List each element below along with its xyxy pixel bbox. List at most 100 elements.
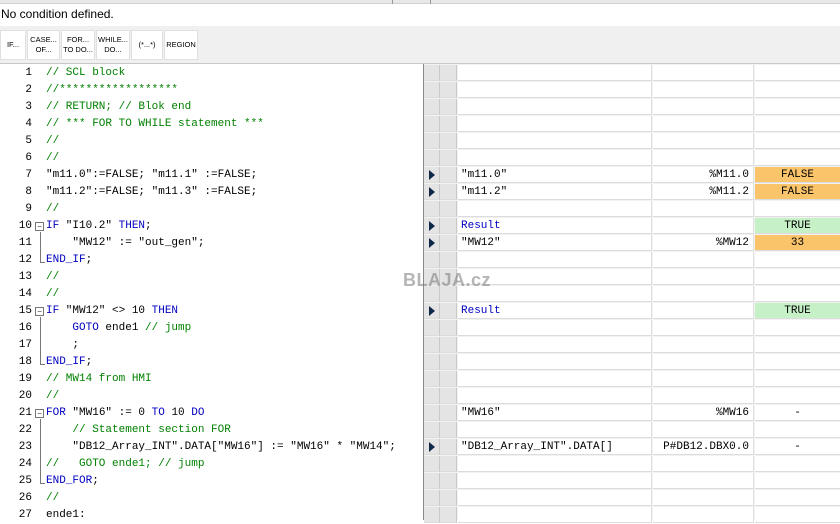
code-line[interactable]: 14 // — [0, 286, 424, 303]
monitor-row[interactable]: Result TRUE — [424, 218, 840, 235]
code-line[interactable]: 24 // GOTO ende1; // jump — [0, 456, 424, 473]
code-text: "MW12" := "out_gen"; — [46, 237, 205, 249]
monitor-value — [755, 337, 840, 353]
code-line[interactable]: 16 GOTO ende1 // jump — [0, 320, 424, 337]
monitor-row[interactable]: Result TRUE — [424, 303, 840, 320]
monitor-row[interactable] — [424, 371, 840, 388]
monitor-value — [755, 116, 840, 132]
row-marker — [440, 490, 457, 506]
scl-code-editor[interactable]: 1 // SCL block 2 //****************** 3 // RE… — [0, 64, 424, 521]
code-line[interactable]: 7 "m11.0":=FALSE; "m11.1" :=FALSE; — [0, 167, 424, 184]
monitor-row[interactable] — [424, 456, 840, 473]
row-gutter — [424, 218, 440, 234]
expand-arrow-icon[interactable] — [429, 238, 435, 248]
monitor-row[interactable] — [424, 422, 840, 439]
code-line[interactable]: 11 "MW12" := "out_gen"; — [0, 235, 424, 252]
row-marker — [440, 65, 457, 81]
operand-address: %M11.0 — [653, 167, 754, 183]
monitor-row[interactable] — [424, 133, 840, 150]
code-line[interactable]: 1 // SCL block — [0, 65, 424, 82]
fold-toggle-icon[interactable]: − — [35, 222, 44, 231]
monitor-row[interactable] — [424, 150, 840, 167]
monitor-row[interactable] — [424, 201, 840, 218]
monitor-value — [755, 422, 840, 438]
code-line[interactable]: 20 // — [0, 388, 424, 405]
code-line[interactable]: 15− IF "MW12" <> 10 THEN — [0, 303, 424, 320]
code-line[interactable]: 13 // — [0, 269, 424, 286]
code-text: FOR "MW16" := 0 TO 10 DO — [46, 407, 205, 419]
code-line[interactable]: 2 //****************** — [0, 82, 424, 99]
code-line[interactable]: 4 // *** FOR TO WHILE statement *** — [0, 116, 424, 133]
line-number: 2 — [25, 84, 32, 96]
monitor-row[interactable] — [424, 473, 840, 490]
expand-arrow-icon[interactable] — [429, 170, 435, 180]
code-line[interactable]: 10− IF "I10.2" THEN; — [0, 218, 424, 235]
monitor-row[interactable] — [424, 507, 840, 524]
code-text: // — [46, 390, 60, 402]
monitor-row[interactable] — [424, 116, 840, 133]
if-statement-button[interactable]: IF... — [0, 30, 26, 60]
monitor-row[interactable] — [424, 337, 840, 354]
code-line[interactable]: 18 END_IF; — [0, 354, 424, 371]
code-line[interactable]: 27 ende1: — [0, 507, 424, 524]
monitor-row[interactable] — [424, 490, 840, 507]
monitor-row[interactable] — [424, 82, 840, 99]
code-line[interactable]: 6 // — [0, 150, 424, 167]
monitor-row[interactable] — [424, 99, 840, 116]
code-line[interactable]: 12 END_IF; — [0, 252, 424, 269]
operand-address — [653, 150, 754, 166]
monitor-row[interactable]: "MW12" %MW12 33 — [424, 235, 840, 252]
code-line[interactable]: 17 ; — [0, 337, 424, 354]
code-line[interactable]: 3 // RETURN; // Blok end — [0, 99, 424, 116]
expand-arrow-icon[interactable] — [429, 306, 435, 316]
code-line[interactable]: 23 "DB12_Array_INT".DATA["MW16"] := "MW1… — [0, 439, 424, 456]
expand-arrow-icon[interactable] — [429, 442, 435, 452]
operand-name — [458, 320, 652, 336]
code-text: // *** FOR TO WHILE statement *** — [46, 118, 264, 130]
monitor-row[interactable]: "MW16" %MW16- — [424, 405, 840, 422]
monitor-value: 33 — [755, 235, 840, 251]
operand-address — [653, 269, 754, 285]
monitor-row[interactable] — [424, 320, 840, 337]
code-line[interactable]: 19 // MW14 from HMI — [0, 371, 424, 388]
code-line[interactable]: 22 // Statement section FOR — [0, 422, 424, 439]
monitor-row[interactable] — [424, 252, 840, 269]
code-line[interactable]: 8 "m11.2":=FALSE; "m11.3" :=FALSE; — [0, 184, 424, 201]
operand-address: %MW12 — [653, 235, 754, 251]
monitor-value — [755, 286, 840, 302]
operand-name: "MW12" — [458, 235, 652, 251]
monitor-row[interactable]: "DB12_Array_INT".DATA[] P#DB12.DBX0.0- — [424, 439, 840, 456]
fold-toggle-icon[interactable]: − — [35, 307, 44, 316]
monitor-row[interactable] — [424, 388, 840, 405]
monitor-row[interactable] — [424, 354, 840, 371]
row-gutter — [424, 507, 440, 523]
operand-address — [653, 320, 754, 336]
comment-block-button[interactable]: (*...*) — [131, 30, 163, 60]
operand-address — [653, 422, 754, 438]
code-line[interactable]: 5 // — [0, 133, 424, 150]
row-marker — [440, 99, 457, 115]
operand-address — [653, 82, 754, 98]
fold-toggle-icon[interactable]: − — [35, 409, 44, 418]
monitor-value — [755, 99, 840, 115]
case-of-button[interactable]: CASE... OF... — [27, 30, 60, 60]
code-text: // GOTO ende1; // jump — [46, 458, 205, 470]
region-button[interactable]: REGION — [164, 30, 198, 60]
line-number: 1 — [25, 67, 32, 79]
for-to-do-button[interactable]: FOR... TO DO... — [61, 30, 95, 60]
code-line[interactable]: 25 END_FOR; — [0, 473, 424, 490]
line-number: 22 — [18, 424, 32, 436]
monitor-row[interactable] — [424, 65, 840, 82]
monitor-row[interactable]: "m11.2" %M11.2 FALSE — [424, 184, 840, 201]
operand-name — [458, 337, 652, 353]
code-text: // — [46, 135, 60, 147]
code-line[interactable]: 21− FOR "MW16" := 0 TO 10 DO — [0, 405, 424, 422]
statement-toolbar: IF... CASE... OF... FOR... TO DO... WHIL… — [0, 26, 840, 64]
code-line[interactable]: 26 // — [0, 490, 424, 507]
monitor-row[interactable]: "m11.0" %M11.0 FALSE — [424, 167, 840, 184]
code-line[interactable]: 9 // — [0, 201, 424, 218]
expand-arrow-icon[interactable] — [429, 221, 435, 231]
while-do-button[interactable]: WHILE... DO... — [96, 30, 130, 60]
expand-arrow-icon[interactable] — [429, 187, 435, 197]
row-gutter — [424, 303, 440, 319]
